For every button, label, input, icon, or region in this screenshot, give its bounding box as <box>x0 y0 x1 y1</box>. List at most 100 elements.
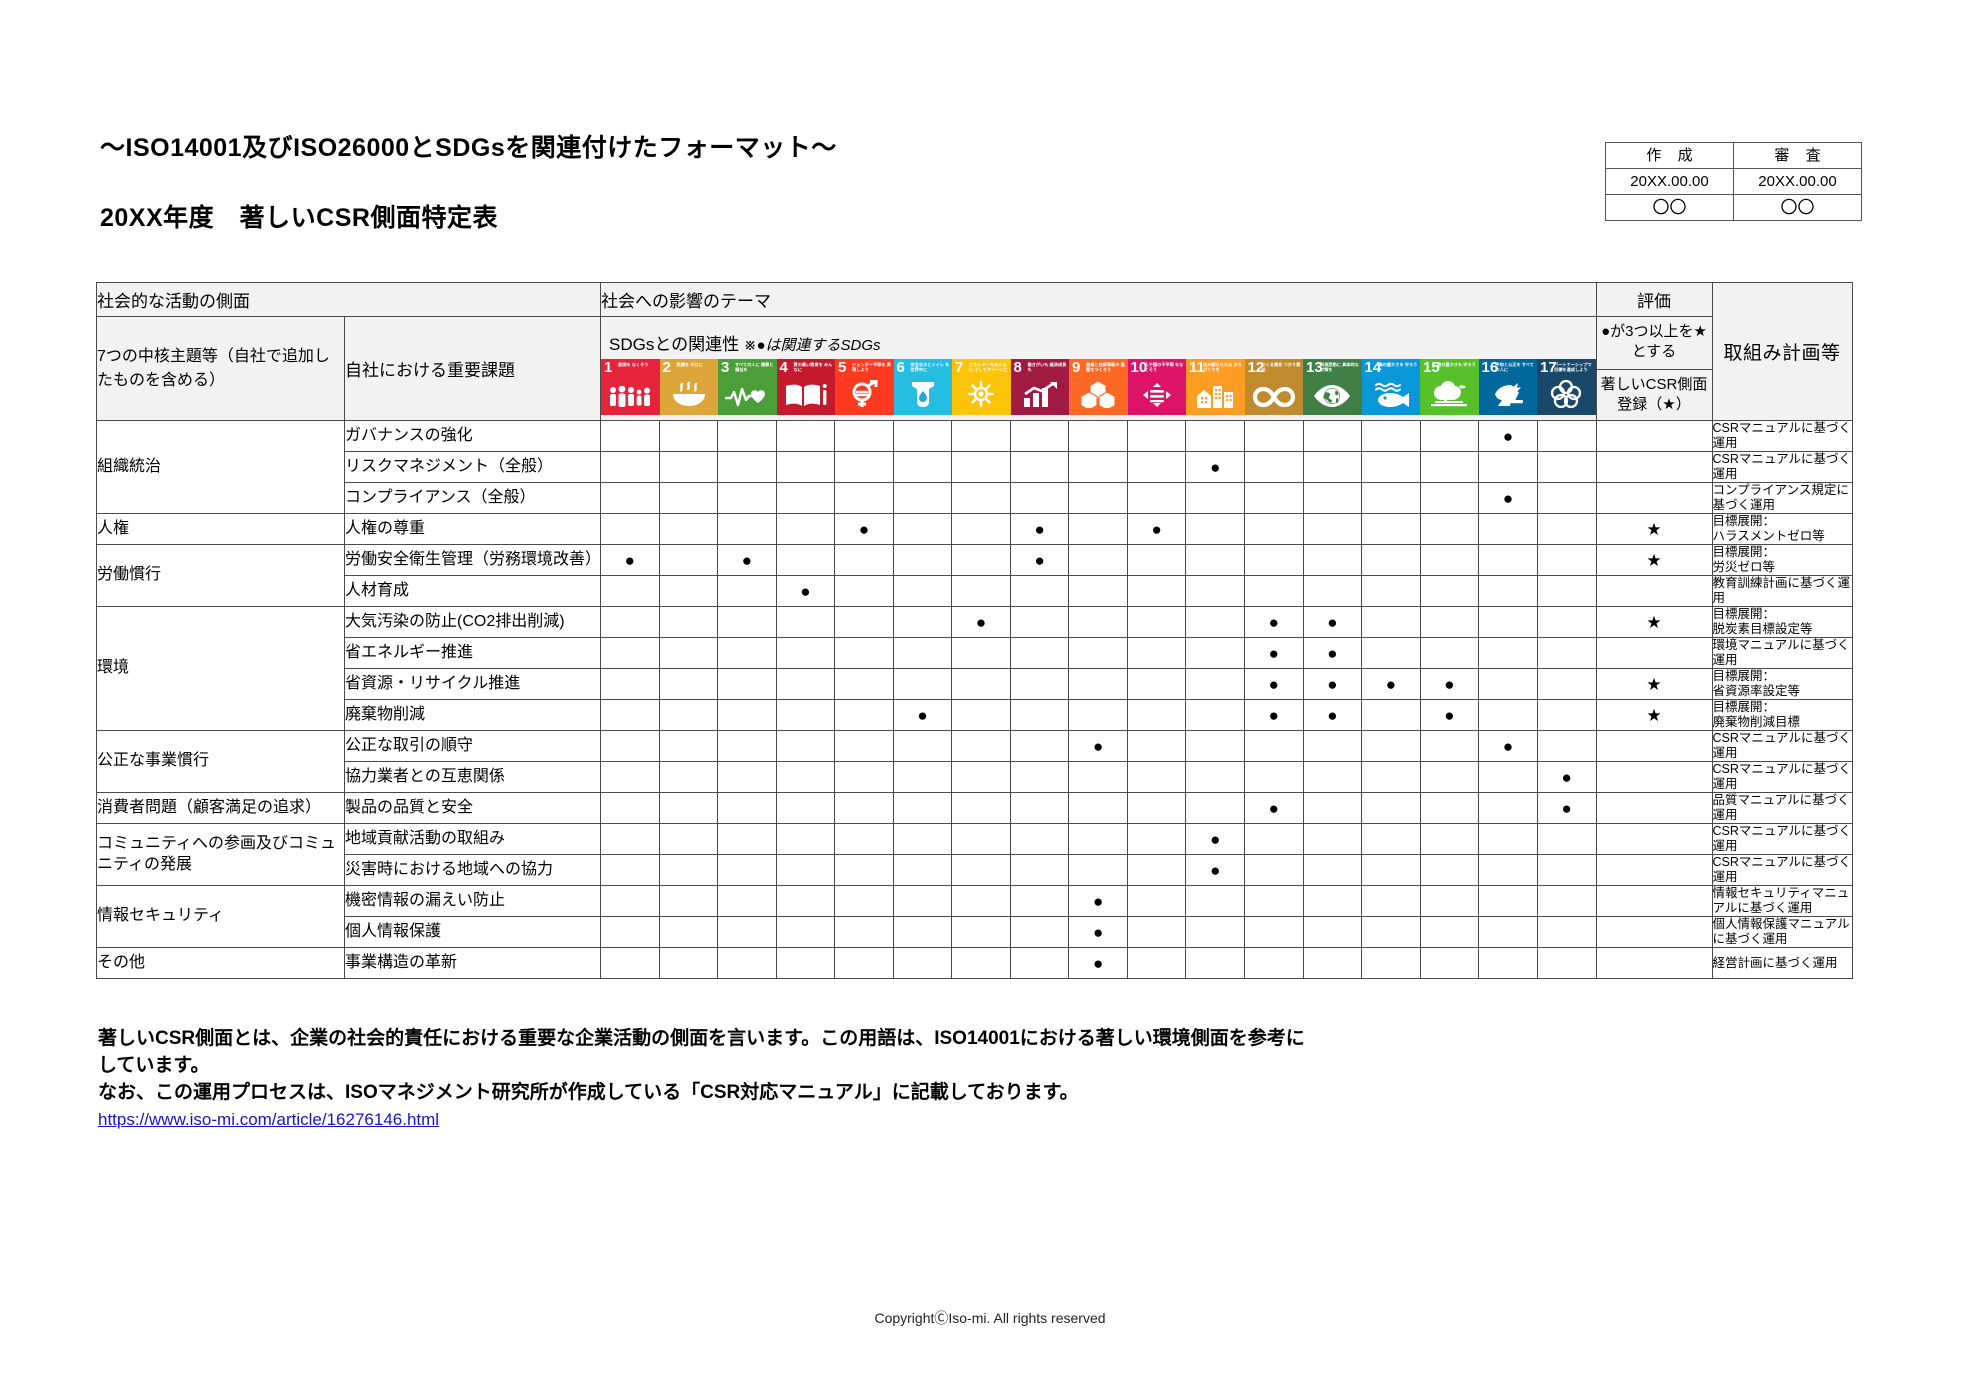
sdg-mark-cell-7 <box>951 916 1011 948</box>
sdg-mark-cell-2 <box>658 885 719 917</box>
sdg-mark-cell-8 <box>1009 482 1070 514</box>
sdg-mark-cell-7 <box>951 792 1011 824</box>
sdg-mark-cell-4 <box>775 730 836 762</box>
sdg-mark-cell-17 <box>1536 606 1597 638</box>
sdg-mark-cell-11: ● <box>1185 451 1246 483</box>
sdg-mark-cell-8 <box>1009 451 1070 483</box>
sdg-number-7: 7 <box>955 358 964 376</box>
sdg-mark-cell-9 <box>1068 575 1128 607</box>
sdg-mark-cell-16 <box>1478 575 1538 607</box>
sdg-icon-3: 3 すべての人に 健康と福祉を <box>718 358 777 415</box>
sdg-mark-cell-9 <box>1068 668 1128 700</box>
header-key-issues: 自社における重要課題 <box>344 316 601 421</box>
status-badge <box>1595 792 1713 824</box>
sdg-mark-cell-15 <box>1419 575 1480 607</box>
action-plan-cell: 経営計画に基づく運用 <box>1711 947 1853 979</box>
sdg-mark-cell-6 <box>892 885 953 917</box>
sdg-mark-cell-11 <box>1185 606 1246 638</box>
status-badge <box>1595 854 1713 886</box>
approval-header-row: 作 成 審 査 <box>1605 142 1862 169</box>
sdg-mark-cell-10 <box>1126 575 1187 607</box>
sdg-mark-cell-17 <box>1536 544 1597 576</box>
sdg-mark-cell-17 <box>1536 730 1597 762</box>
sdg-mark-cell-12 <box>1244 451 1304 483</box>
sdg-mark-cell-17: ● <box>1536 761 1597 793</box>
sdg-mark-cell-2 <box>658 637 719 669</box>
sdg-mark-cell-1 <box>600 575 660 607</box>
tree-bird-icon <box>1420 380 1479 413</box>
sdg-mark-cell-5 <box>834 420 894 452</box>
sdg-mark-cell-8 <box>1009 823 1070 855</box>
sdg-mark-cell-7 <box>951 575 1011 607</box>
people-icon <box>601 385 660 413</box>
sdg-mark-cell-5 <box>834 668 894 700</box>
sdg-mark-cell-7 <box>951 544 1011 576</box>
sdg-number-2: 2 <box>662 358 671 376</box>
matrix-head: 社会的な活動の側面 社会への影響のテーマ 評価 取組み計画等 7つの中核主題等（… <box>96 282 1853 421</box>
csr-matrix-table: 社会的な活動の側面 社会への影響のテーマ 評価 取組み計画等 7つの中核主題等（… <box>96 282 1853 979</box>
reference-link[interactable]: https://www.iso-mi.com/article/16276146.… <box>98 1110 439 1129</box>
sdg-mark-cell-6: ● <box>892 699 953 731</box>
sdg-icon-9: 9 産業と技術革新の 基盤をつくろう <box>1069 358 1128 415</box>
sdg-mark-cell-7 <box>951 885 1011 917</box>
approval-date-review: 20XX.00.00 <box>1733 168 1862 195</box>
sdg-mark-cell-4 <box>775 451 836 483</box>
sdg-mark-cell-8 <box>1009 792 1070 824</box>
sdg-mark-cell-3 <box>717 420 777 452</box>
approval-date-row: 20XX.00.00 20XX.00.00 <box>1605 168 1862 195</box>
sdg-mark-cell-16 <box>1478 916 1538 948</box>
sdg-number-5: 5 <box>838 358 847 376</box>
key-issue-cell: 災害時における地域への協力 <box>344 854 601 886</box>
sdg-icon-4: 4 質の高い教育を みんなに <box>776 358 835 415</box>
key-issue-cell: コンプライアンス（全般） <box>344 482 601 514</box>
sdg-mark-cell-5 <box>834 792 894 824</box>
status-badge <box>1595 916 1713 948</box>
sdg-mark-cell-11 <box>1185 792 1246 824</box>
sdg-icon-15: 15 陸の豊かさも 守ろう <box>1420 358 1479 415</box>
sdg-mark-cell-1 <box>600 699 660 731</box>
sdg-mark-cell-2 <box>658 606 719 638</box>
sdg-mark-cell-3 <box>717 637 777 669</box>
action-plan-cell: 目標展開： ハラスメントゼロ等 <box>1711 513 1853 545</box>
sdg-mark-cell-13 <box>1302 482 1363 514</box>
sdg-mark-cell-2 <box>658 916 719 948</box>
approval-signature-review: 〇〇 <box>1733 194 1862 221</box>
heartbeat-icon <box>718 386 777 413</box>
table-row: リスクマネジメント（全般） ● CSRマニュアルに基づく運用 <box>97 451 1853 483</box>
sdg-title-17: パートナーシップで 目標を達成しよう <box>1554 361 1592 372</box>
sdg-mark-cell-2 <box>658 544 719 576</box>
sdg-mark-cell-1 <box>600 792 660 824</box>
table-row: コミュニティへの参画及びコミュニティの発展 地域貢献活動の取組み ● CSRマニュアル… <box>96 823 1853 886</box>
status-badge <box>1595 947 1713 979</box>
sdg-mark-cell-4 <box>775 823 836 855</box>
key-issue-cell: 省エネルギー推進 <box>344 637 601 669</box>
sdg-mark-cell-9 <box>1068 420 1128 452</box>
key-issue-cell: 製品の品質と安全 <box>344 792 601 824</box>
sdg-mark-cell-16 <box>1478 761 1538 793</box>
sdg-mark-cell-10 <box>1126 885 1187 917</box>
sdg-title-10: 人や国の不平等 をなくそう <box>1144 361 1184 372</box>
sdg-mark-cell-4 <box>775 885 836 917</box>
sdg-relation-note: ※●は関連するSDGs <box>743 336 881 354</box>
sdg-number-1: 1 <box>604 358 613 376</box>
sdg-mark-cell-17 <box>1536 885 1597 917</box>
sdg-mark-cell-5 <box>834 854 894 886</box>
document-subtitle: ～ISO14001及びISO26000とSDGsを関連付けたフォーマット～ <box>100 134 837 162</box>
circles-icon <box>1537 378 1596 413</box>
status-badge: ★ <box>1595 606 1713 638</box>
sdg-mark-cell-3 <box>717 451 777 483</box>
sdg-mark-cell-4 <box>775 637 836 669</box>
sdg-number-3: 3 <box>721 358 730 376</box>
sdg-mark-cell-14 <box>1361 854 1421 886</box>
copyright-text: CopyrightⒸIso-mi. All rights reserved <box>874 1310 1106 1326</box>
sdg-mark-cell-3 <box>717 792 777 824</box>
eye-earth-icon <box>1303 384 1362 413</box>
sdg-title-9: 産業と技術革新の 基盤をつくろう <box>1086 361 1125 372</box>
table-row: 人権 人権の尊重 ● ● ● ★ 目標展開： ハラスメントゼロ等 <box>96 513 1853 545</box>
note-line-1: 著しいCSR側面とは、企業の社会的責任における重要な企業活動の側面を言います。こ… <box>98 1028 1305 1049</box>
sdg-title-3: すべての人に 健康と福祉を <box>735 361 774 372</box>
sdg-mark-cell-5 <box>834 699 894 731</box>
sdg-mark-cell-12 <box>1244 482 1304 514</box>
core-subject-cell: 組織統治 <box>96 420 345 514</box>
sdg-number-8: 8 <box>1013 358 1022 376</box>
